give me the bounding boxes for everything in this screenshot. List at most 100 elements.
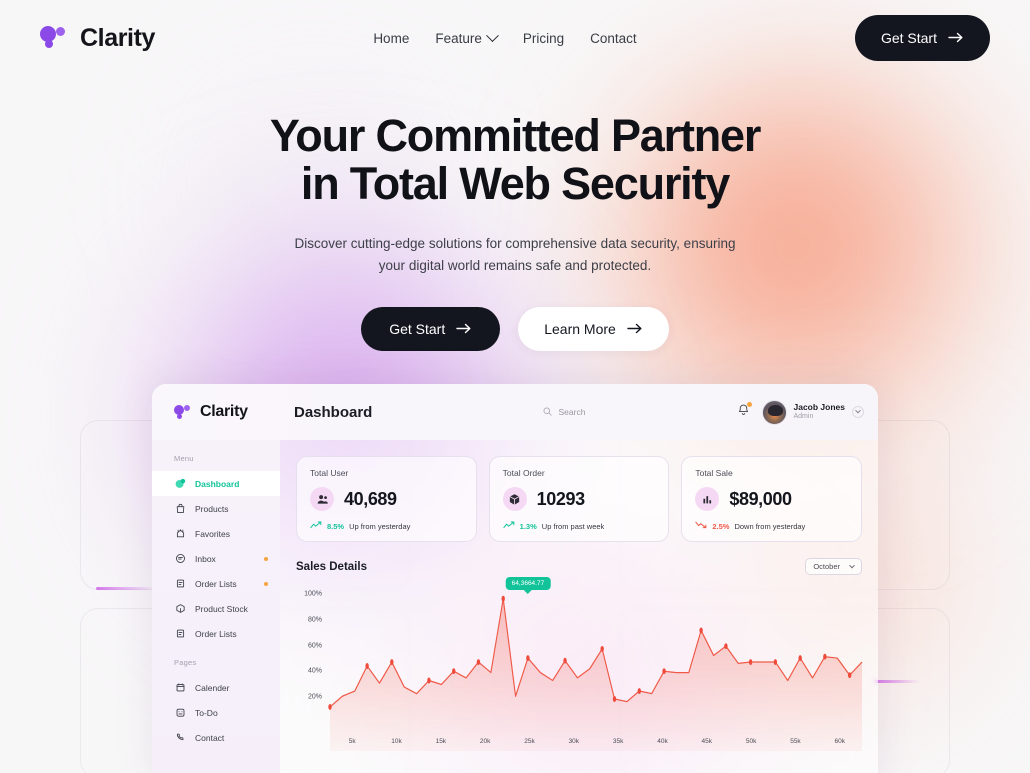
stat-label: Total User [310,468,349,478]
month-filter-value: October [813,562,840,571]
favorites-icon [174,528,186,540]
sidebar-item-order-lists[interactable]: Order Lists [152,571,280,596]
stat-card-total-order: Total Order 10293 1.3% Up from past week [488,456,670,542]
hero-get-start-button[interactable]: Get Start [361,306,501,351]
page-title: Your Committed Partner in Total Web Secu… [0,112,1030,207]
hero-cta-row: Get Start Learn More [0,306,1030,351]
month-filter-dropdown[interactable]: October [805,558,862,575]
nav-link-label: Home [373,30,410,46]
search-input[interactable]: Search [542,403,733,421]
sidebar-item-label: To-Do [195,707,218,718]
trend-down-icon [695,521,707,531]
nav-link-home[interactable]: Home [373,31,409,46]
notification-badge [746,402,752,407]
arrow-right-icon [627,321,643,337]
chart-x-tick: 25k [524,738,535,745]
search-placeholder: Search [558,407,586,417]
hero-subtitle: Discover cutting-edge solutions for comp… [280,233,750,276]
hero-title-line-1: Your Committed Partner [269,110,762,161]
chart-x-tick: 20k [479,738,491,745]
dashboard-brand-logo[interactable]: Clarity [152,403,280,421]
sidebar-item-order-lists-2[interactable]: Order Lists [152,621,280,646]
arrow-right-icon [948,30,964,46]
chart-x-tick: 40k [657,738,668,745]
calendar-icon [174,682,186,694]
nav-link-feature[interactable]: Feature [435,28,499,46]
sidebar-item-label: Products [195,503,229,514]
chart-tooltip: 64,3664.77 [505,577,551,590]
sidebar-item-favorites[interactable]: Favorites [152,521,280,546]
nav-link-pricing[interactable]: Pricing [523,31,564,46]
notifications-button[interactable] [737,402,752,421]
stat-delta-percent: 1.3% [519,521,537,531]
sidebar-item-calender[interactable]: Calender [152,675,280,700]
stat-label: Total Sale [695,468,733,478]
chart-data-point [365,663,369,669]
decorative-accent-bar [96,587,156,590]
chart-data-point [847,672,852,679]
brand-logo[interactable]: Clarity [40,24,155,53]
chevron-down-icon[interactable] [852,406,864,418]
dashboard-icon [174,478,186,490]
hero-subtitle-line-2: digital world remains safe and protected… [408,257,652,273]
sidebar-item-todo[interactable]: To-Do [152,700,280,725]
chart-x-tick: 60k [834,738,846,745]
sales-chart: 100% 80% 60% 40% 20% 64,3664.77 5k 10k 1… [296,577,863,751]
chevron-down-icon [485,28,499,42]
decorative-accent-bar [874,680,920,683]
chart-data-point [798,655,802,662]
box-icon [502,487,527,511]
stat-delta-percent: 2.5% [712,521,730,531]
stat-delta-text: Up from past week [541,521,605,531]
sales-details-title: Sales Details [296,560,367,573]
nav-get-start-button[interactable]: Get Start [854,15,990,61]
nav-links: Home Feature Pricing Contact [373,28,637,46]
sidebar-section-menu-label: Menu [174,454,194,463]
top-navigation-bar: Clarity Home Feature Pricing Contact Get… [0,0,1030,76]
avatar [761,399,787,425]
clarity-dots-logo-icon [174,404,193,421]
chart-x-tick: 10k [391,738,402,745]
stat-value: 10293 [536,488,585,509]
dashboard-body: Menu Dashboard Products Favorites Inbox … [152,440,878,773]
user-menu[interactable]: Jacob Jones Admin [761,399,864,425]
users-icon [310,487,334,511]
nav-link-contact[interactable]: Contact [590,31,637,46]
sidebar-item-inbox[interactable]: Inbox [152,546,280,571]
stat-cards-row: Total User 40,689 8.5% Up from yesterday [296,456,863,542]
stat-value: 40,689 [344,488,397,509]
bar-chart-icon [695,487,720,511]
chart-data-point [501,595,505,602]
sidebar-item-product-stock[interactable]: Product Stock [152,596,280,621]
chart-data-point [724,643,728,650]
sidebar-badge-dot [264,556,268,561]
chart-x-tick: 50k [745,738,757,745]
chart-y-tick: 60% [307,642,322,650]
sidebar-divider [152,646,280,658]
stat-card-total-user: Total User 40,689 8.5% Up from yesterday [296,456,477,542]
stat-delta-percent: 8.5% [327,521,345,531]
box-icon [174,603,186,615]
chevron-down-icon [849,562,855,568]
sidebar-item-label: Order Lists [195,628,237,639]
nav-link-label: Pricing [522,30,565,46]
sidebar-item-label: Inbox [195,553,216,564]
sidebar-item-dashboard[interactable]: Dashboard [152,471,280,496]
sidebar-item-contact[interactable]: Contact [152,725,280,750]
hero-learn-more-label: Learn More [544,320,616,337]
hero-learn-more-button[interactable]: Learn More [518,306,669,351]
arrow-right-icon [456,321,472,337]
stat-delta: 1.3% Up from past week [503,521,656,531]
chart-line-svg [328,595,863,751]
hero-title-line-2: in Total Web Security [300,157,730,209]
nav-link-label: Contact [590,30,637,46]
chart-data-point [699,627,703,634]
clipboard-icon [174,628,186,640]
chart-plot-area: 64,3664.77 [328,577,863,751]
trend-up-icon [503,521,515,531]
chart-data-point [427,677,431,684]
sidebar-item-products[interactable]: Products [152,496,280,521]
sidebar-item-label: Calender [195,682,230,693]
clipboard-icon [174,578,186,590]
sidebar-item-label: Favorites [195,528,230,539]
